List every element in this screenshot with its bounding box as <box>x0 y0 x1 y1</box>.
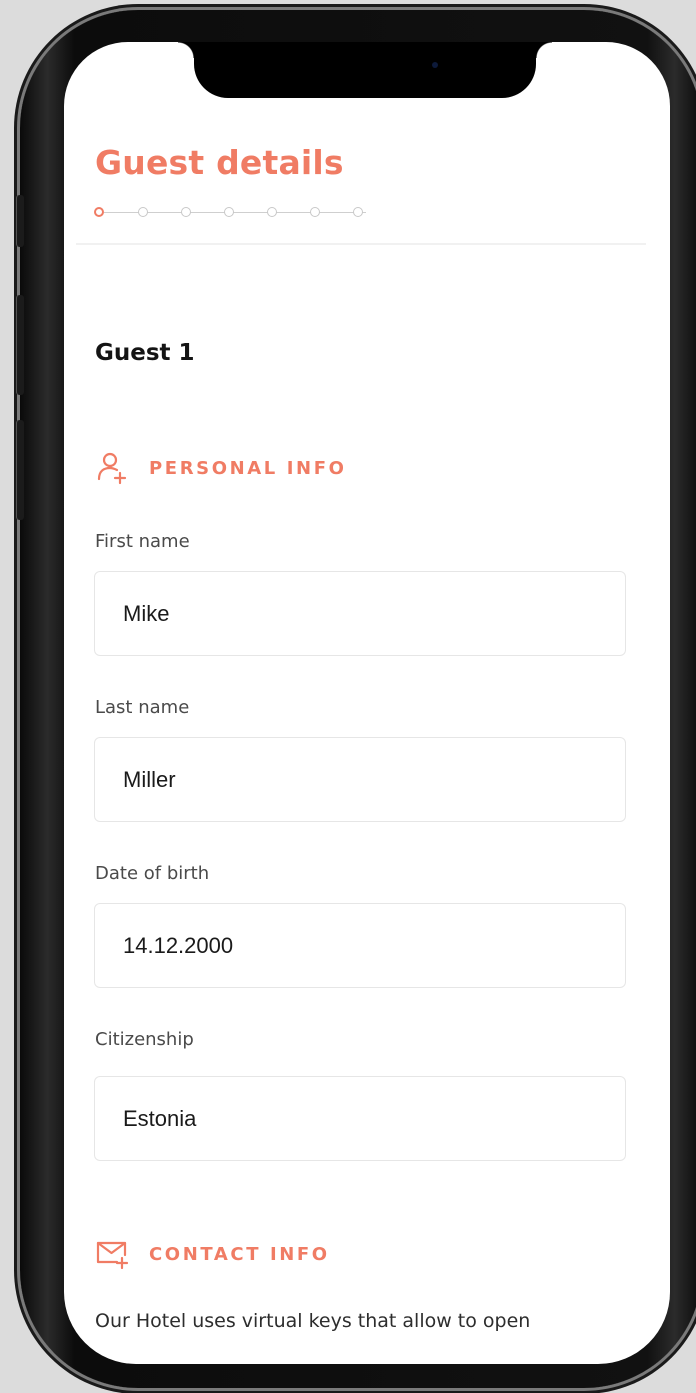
camera-icon <box>432 62 438 68</box>
progress-stepper <box>94 202 394 224</box>
personal-info-label: PERSONAL INFO <box>149 457 347 479</box>
page-title: Guest details <box>95 143 344 182</box>
volume-down-button <box>16 420 24 520</box>
contact-info-description: Our Hotel uses virtual keys that allow t… <box>95 1310 531 1332</box>
header-divider <box>76 243 646 245</box>
first-name-field[interactable] <box>94 571 626 656</box>
step-4[interactable] <box>224 207 234 217</box>
last-name-label: Last name <box>95 697 190 718</box>
step-6[interactable] <box>310 207 320 217</box>
step-2[interactable] <box>138 207 148 217</box>
mute-switch <box>16 195 24 247</box>
step-1[interactable] <box>94 207 104 217</box>
citizenship-field[interactable] <box>94 1076 626 1161</box>
first-name-label: First name <box>95 531 190 552</box>
date-of-birth-field[interactable] <box>94 903 626 988</box>
contact-info-header: CONTACT INFO <box>95 1237 330 1271</box>
personal-info-header: PERSONAL INFO <box>95 451 347 485</box>
mail-add-icon <box>96 1241 129 1270</box>
contact-info-label: CONTACT INFO <box>149 1243 330 1265</box>
device-stage: Guest details Guest 1 PERSONAL INFO Firs… <box>0 0 696 1393</box>
step-7[interactable] <box>353 207 363 217</box>
volume-up-button <box>16 295 24 395</box>
step-3[interactable] <box>181 207 191 217</box>
notch <box>178 42 552 98</box>
date-of-birth-label: Date of birth <box>95 863 210 884</box>
guest-title: Guest 1 <box>95 340 195 366</box>
phone-screen: Guest details Guest 1 PERSONAL INFO Firs… <box>64 42 670 1364</box>
person-add-icon <box>97 452 127 485</box>
last-name-field[interactable] <box>94 737 626 822</box>
step-5[interactable] <box>267 207 277 217</box>
citizenship-label: Citizenship <box>95 1029 194 1050</box>
